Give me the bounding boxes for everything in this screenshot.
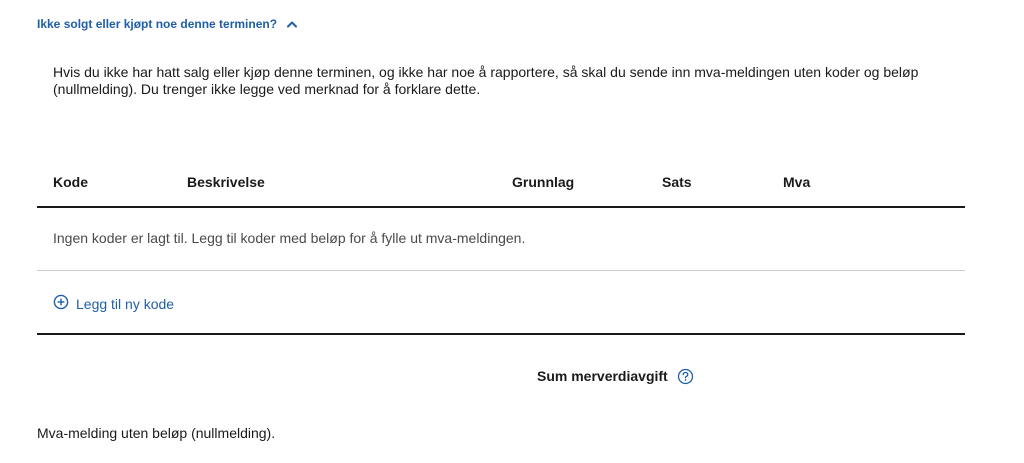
question-circle-icon[interactable] (677, 368, 694, 385)
add-code-label: Legg til ny kode (76, 295, 175, 312)
plus-circle-icon (53, 294, 69, 314)
sum-row: Sum merverdiavgift (537, 368, 694, 385)
column-header-mva: Mva (783, 174, 811, 190)
nullmelding-toggle[interactable]: Ikke solgt eller kjøpt noe denne termine… (37, 16, 299, 32)
sum-label: Sum merverdiavgift (537, 368, 668, 384)
toggle-label: Ikke solgt eller kjøpt noe denne termine… (37, 17, 278, 31)
column-header-kode: Kode (53, 174, 88, 190)
nullmelding-info-text: Hvis du ikke har hatt salg eller kjøp de… (53, 64, 919, 97)
table-empty-row: Ingen koder er lagt til. Legg til koder … (37, 208, 965, 271)
column-header-beskrivelse: Beskrivelse (187, 174, 265, 190)
add-code-button[interactable]: Legg til ny kode (53, 294, 174, 314)
column-header-grunnlag: Grunnlag (512, 174, 575, 190)
table-header-row: Kode Beskrivelse Grunnlag Sats Mva (37, 160, 965, 208)
column-header-sats: Sats (662, 174, 692, 190)
mva-codes-table: Kode Beskrivelse Grunnlag Sats Mva Ingen… (37, 160, 965, 335)
add-code-row: Legg til ny kode (37, 271, 965, 335)
chevron-up-icon (285, 17, 299, 31)
empty-message: Ingen koder er lagt til. Legg til koder … (53, 230, 526, 246)
nullmelding-status-text: Mva-melding uten beløp (nullmelding). (37, 425, 276, 441)
